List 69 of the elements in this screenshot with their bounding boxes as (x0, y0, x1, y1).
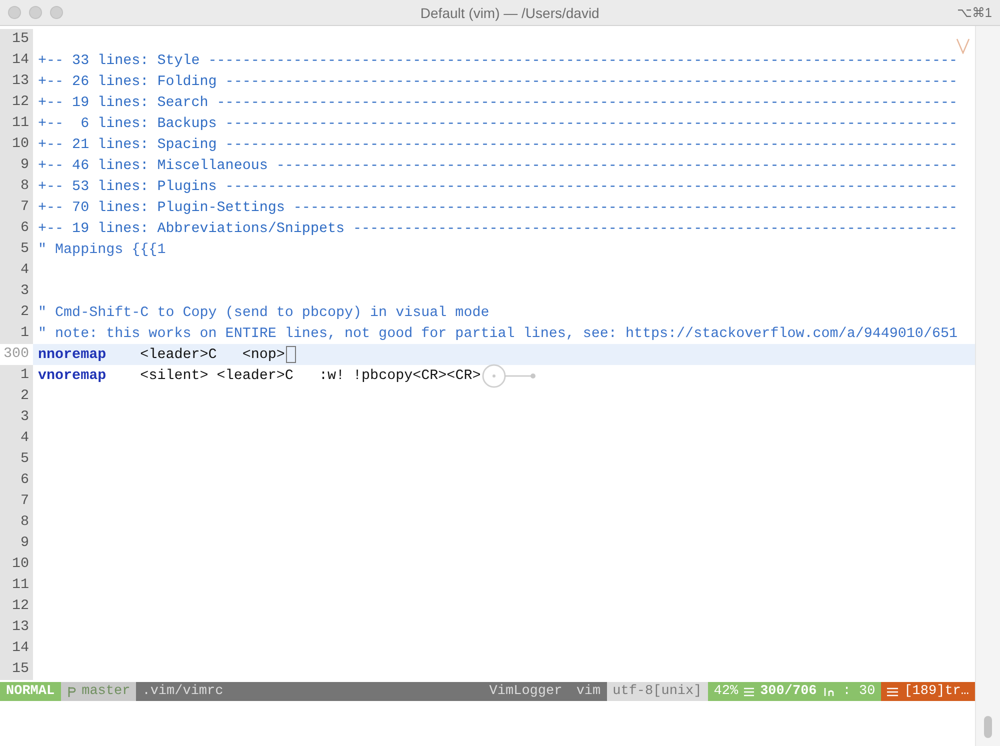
line-number: 1 (0, 365, 33, 386)
cursor-position: 300/706 (760, 683, 817, 701)
lines-icon (744, 686, 754, 696)
file-type: vim (575, 683, 601, 701)
line-number: 300 (0, 344, 33, 365)
fold-line[interactable]: +-- 46 lines: Miscellaneous -------------------------------------------------------------------------------- (38, 158, 958, 174)
line-number: 13 (0, 617, 33, 638)
git-branch: master (82, 683, 130, 701)
warning-lines-icon (887, 686, 898, 696)
line-number: 8 (0, 512, 33, 533)
line-number: 11 (0, 113, 33, 134)
code-text: <leader>C <nop> (139, 346, 285, 362)
fold-line[interactable]: +-- 33 lines: Style ---------------------------------------------------------------------------------------- (38, 52, 958, 68)
zoom-button[interactable] (50, 6, 63, 19)
scroll-percent: 42% (714, 683, 738, 701)
line-number: 2 (0, 302, 33, 323)
close-button[interactable] (8, 6, 21, 19)
code-comment: " note: this works on ENTIRE lines, not good for partial lines, see: https://stackoverflow.com/a/9449010/651 (38, 326, 958, 342)
window-title: Default (vim) — /Users/david (419, 4, 600, 20)
line-number: 14 (0, 638, 33, 659)
line-number: 6 (0, 218, 33, 239)
fold-line[interactable]: +-- 21 lines: Spacing -------------------------------------------------------------------------------------- (38, 136, 958, 152)
window-shortcut: ⌥⌘1 (956, 5, 992, 20)
plugin-name: VimLogger (489, 683, 562, 701)
line-number: 4 (0, 428, 33, 449)
code-keyword: vnoremap (38, 368, 106, 384)
fold-line[interactable]: +-- 19 lines: Abbreviations/Snippets ----------------------------------------------------------------------- (38, 220, 958, 236)
line-number: 10 (0, 134, 33, 155)
file-encoding: utf-8[unix] (606, 682, 708, 701)
scrollbar-thumb[interactable] (984, 716, 992, 738)
line-number: 9 (0, 155, 33, 176)
file-name: .vim/vimrc (142, 683, 224, 701)
line-number: 7 (0, 491, 33, 512)
line-number: 12 (0, 596, 33, 617)
line-number: 1 (0, 323, 33, 344)
line-number: 15 (0, 29, 33, 50)
code-keyword: nnoremap (38, 346, 106, 362)
line-number: 9 (0, 533, 33, 554)
line-number: 3 (0, 281, 33, 302)
line-number: 12 (0, 92, 33, 113)
line-number: 10 (0, 554, 33, 575)
line-number: 11 (0, 575, 33, 596)
chevron-down-icon[interactable] (956, 38, 970, 54)
fold-line[interactable]: +-- 6 lines: Backups -------------------------------------------------------------------------------------- (38, 116, 958, 132)
fold-line[interactable]: +-- 19 lines: Search --------------------------------------------------------------------------------------- (38, 94, 958, 110)
line-number: 15 (0, 659, 33, 680)
line-number: 7 (0, 197, 33, 218)
code-comment: " Cmd-Shift-C to Copy (send to pbcopy) in visual mode (38, 304, 490, 320)
fold-line[interactable]: +-- 26 lines: Folding -------------------------------------------------------------------------------------- (38, 74, 958, 90)
line-number: 2 (0, 386, 33, 407)
code-text: <silent> <leader>C :w! !pbcopy<CR><CR> (139, 368, 481, 384)
line-number: 8 (0, 176, 33, 197)
trailing-warning: [189]tr… (904, 683, 969, 701)
line-number: 13 (0, 71, 33, 92)
line-number: 5 (0, 239, 33, 260)
line-number: 14 (0, 50, 33, 71)
branch-icon (66, 686, 76, 698)
minimize-button[interactable] (29, 6, 42, 19)
line-number: 3 (0, 407, 33, 428)
mode-indicator: NORMAL (0, 682, 61, 701)
fold-line[interactable]: +-- 53 lines: Plugins -------------------------------------------------------------------------------------- (38, 178, 958, 194)
line-number: 6 (0, 470, 33, 491)
code-comment: " Mappings {{{1 (38, 242, 166, 258)
line-number: 4 (0, 260, 33, 281)
fold-line[interactable]: +-- 70 lines: Plugin-Settings ------------------------------------------------------------------------------ (38, 200, 958, 216)
text-cursor (286, 346, 296, 363)
line-number: 5 (0, 449, 33, 470)
circle-handle-icon (482, 364, 538, 388)
cursor-column: : 30 (842, 682, 876, 701)
